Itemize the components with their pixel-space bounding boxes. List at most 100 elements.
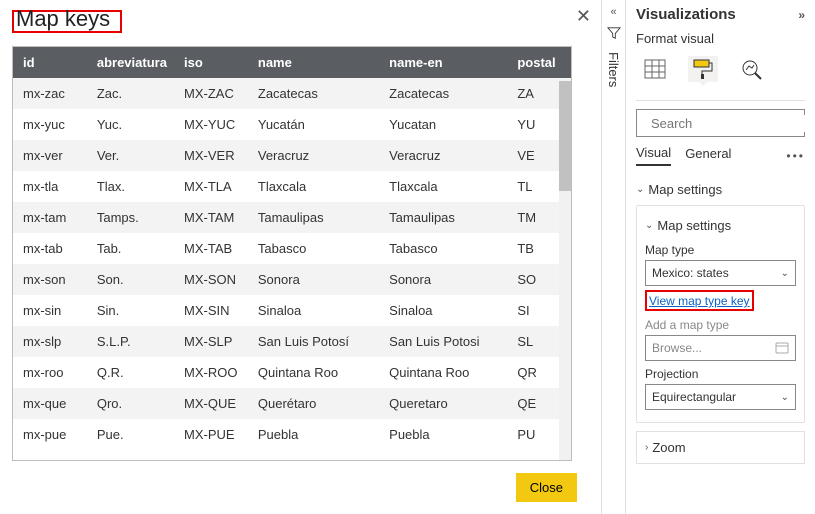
cell-name_en: Tabasco <box>379 233 507 264</box>
projection-select[interactable]: Equirectangular ⌄ <box>645 384 796 410</box>
cell-abr: Tlax. <box>87 171 174 202</box>
cell-name_en: Tamaulipas <box>379 202 507 233</box>
paint-roller-icon <box>692 58 714 80</box>
cell-name: Tamaulipas <box>248 202 379 233</box>
cell-iso: MX-YUC <box>174 109 248 140</box>
chevron-down-icon: ⌄ <box>781 392 789 403</box>
tab-general[interactable]: General <box>685 146 731 165</box>
expanded-icon: ⌄ <box>636 184 644 195</box>
cell-iso: MX-TAM <box>174 202 248 233</box>
cell-name: Tabasco <box>248 233 379 264</box>
cell-name: Quintana Roo <box>248 357 379 388</box>
cell-id: mx-ver <box>13 140 87 171</box>
analytics-icon <box>740 58 762 80</box>
cell-name_en: San Luis Potosi <box>379 326 507 357</box>
scroll-thumb[interactable] <box>559 81 571 191</box>
table-row[interactable]: mx-tlaTlax.MX-TLATlaxcalaTlaxcalaTL <box>13 171 571 202</box>
cell-id: mx-pue <box>13 419 87 450</box>
cell-name: Veracruz <box>248 140 379 171</box>
cell-name_en: Tlaxcala <box>379 171 507 202</box>
col-header-name-en[interactable]: name-en <box>379 47 507 78</box>
analytics-tab[interactable] <box>736 56 766 82</box>
projection-label: Projection <box>645 367 796 381</box>
cell-name: Tlaxcala <box>248 171 379 202</box>
collapse-viz-icon[interactable]: » <box>798 8 805 22</box>
chevron-down-icon: ⌄ <box>781 268 789 279</box>
tab-visual[interactable]: Visual <box>636 145 671 166</box>
cell-iso: MX-TAB <box>174 233 248 264</box>
table-row[interactable]: mx-puePue.MX-PUEPueblaPueblaPU <box>13 419 571 450</box>
table-row[interactable]: mx-zacZac.MX-ZACZacatecasZacatecasZA <box>13 78 571 109</box>
table-header-row: id abreviatura iso name name-en postal <box>13 47 571 78</box>
close-button[interactable]: Close <box>516 473 577 502</box>
cell-id: mx-tam <box>13 202 87 233</box>
cell-name_en: Yucatan <box>379 109 507 140</box>
cell-id: mx-zac <box>13 78 87 109</box>
table-row[interactable]: mx-sinSin.MX-SINSinaloaSinaloaSI <box>13 295 571 326</box>
cell-abr: Q.R. <box>87 357 174 388</box>
map-settings-label: Map settings <box>648 182 722 197</box>
view-map-type-key-link[interactable]: View map type key <box>649 294 750 308</box>
map-keys-table: id abreviatura iso name name-en postal m… <box>12 46 572 461</box>
cell-name: San Luis Potosí <box>248 326 379 357</box>
cell-name_en: Puebla <box>379 419 507 450</box>
cell-id: mx-tab <box>13 233 87 264</box>
table-row[interactable]: mx-tamTamps.MX-TAMTamaulipasTamaulipasTM <box>13 202 571 233</box>
filters-rail[interactable]: « Filters <box>601 0 625 514</box>
cell-name_en: Queretaro <box>379 388 507 419</box>
table-scrollbar[interactable] <box>559 81 571 460</box>
cell-abr: Sin. <box>87 295 174 326</box>
cell-id: mx-sin <box>13 295 87 326</box>
cell-iso: MX-VER <box>174 140 248 171</box>
table-row[interactable]: mx-slpS.L.P.MX-SLPSan Luis PotosíSan Lui… <box>13 326 571 357</box>
col-header-postal[interactable]: postal <box>507 47 571 78</box>
col-header-abr[interactable]: abreviatura <box>87 47 174 78</box>
table-row[interactable]: mx-rooQ.R.MX-ROOQuintana RooQuintana Roo… <box>13 357 571 388</box>
cell-name_en: Sonora <box>379 264 507 295</box>
collapsed-icon: › <box>645 442 648 453</box>
visualizations-title: Visualizations <box>636 6 736 23</box>
table-row[interactable]: mx-tabTab.MX-TABTabascoTabascoTB <box>13 233 571 264</box>
cell-iso: MX-PUE <box>174 419 248 450</box>
more-icon[interactable]: ••• <box>786 149 805 163</box>
grid-icon <box>644 59 666 79</box>
search-box[interactable] <box>636 109 805 137</box>
browse-placeholder: Browse... <box>652 341 702 355</box>
table-row[interactable]: mx-verVer.MX-VERVeracruzVeracruzVE <box>13 140 571 171</box>
cell-name_en: Quintana Roo <box>379 357 507 388</box>
map-settings-header-outer[interactable]: ⌄ Map settings <box>636 178 805 201</box>
filters-label: Filters <box>606 52 621 87</box>
expand-filters-icon[interactable]: « <box>610 6 616 18</box>
map-settings-header-inner[interactable]: ⌄ Map settings <box>645 214 796 237</box>
table-row[interactable]: mx-sonSon.MX-SONSonoraSonoraSO <box>13 264 571 295</box>
cell-abr: Pue. <box>87 419 174 450</box>
col-header-name[interactable]: name <box>248 47 379 78</box>
cell-iso: MX-SON <box>174 264 248 295</box>
cell-id: mx-son <box>13 264 87 295</box>
cell-name: Querétaro <box>248 388 379 419</box>
cell-abr: Tab. <box>87 233 174 264</box>
table-row[interactable]: mx-yucYuc.MX-YUCYucatánYucatanYU <box>13 109 571 140</box>
cell-name: Puebla <box>248 419 379 450</box>
cell-id: mx-roo <box>13 357 87 388</box>
map-settings-inner-label: Map settings <box>657 218 731 233</box>
build-visual-tab[interactable] <box>640 56 670 82</box>
format-visual-tab[interactable] <box>688 56 718 82</box>
table-row[interactable]: mx-queQro.MX-QUEQuerétaroQueretaroQE <box>13 388 571 419</box>
cell-iso: MX-SIN <box>174 295 248 326</box>
cell-id: mx-que <box>13 388 87 419</box>
col-header-id[interactable]: id <box>13 47 87 78</box>
browse-map-type[interactable]: Browse... <box>645 335 796 361</box>
cell-iso: MX-SLP <box>174 326 248 357</box>
map-type-select[interactable]: Mexico: states ⌄ <box>645 260 796 286</box>
cell-iso: MX-ZAC <box>174 78 248 109</box>
cell-id: mx-tla <box>13 171 87 202</box>
close-icon[interactable]: ✕ <box>576 6 591 27</box>
cell-abr: Son. <box>87 264 174 295</box>
search-input[interactable] <box>649 115 815 132</box>
cell-iso: MX-TLA <box>174 171 248 202</box>
cell-name: Sonora <box>248 264 379 295</box>
zoom-header[interactable]: › Zoom <box>636 431 805 464</box>
cell-name_en: Sinaloa <box>379 295 507 326</box>
col-header-iso[interactable]: iso <box>174 47 248 78</box>
